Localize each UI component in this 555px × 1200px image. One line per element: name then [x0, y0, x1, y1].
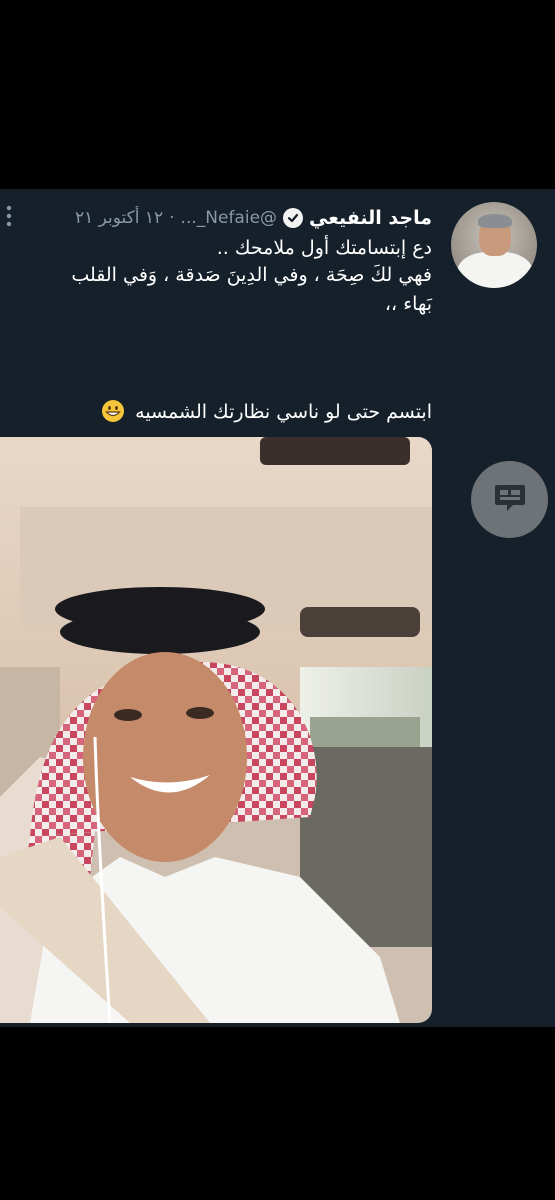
grinning-face-emoji-icon	[101, 399, 125, 423]
display-name[interactable]: ماجد النفيعي	[309, 207, 432, 229]
tweet-text: دع إبتسامتك أول ملامحك .. فهي لكَ صِحَة …	[12, 235, 432, 318]
user-handle[interactable]: @Nefaie_...	[181, 208, 277, 228]
tweet-date[interactable]: ١٢ أكتوبر ٢١	[75, 208, 163, 228]
separator-dot: ·	[169, 208, 175, 228]
avatar-body	[457, 252, 533, 288]
verified-badge-icon	[283, 208, 304, 228]
tweet-text-line: فهي لكَ صِحَة ، وفي الدِينَ صَدقة ، وَفي…	[71, 264, 432, 286]
tweet-caption: ابتسم حتى لو ناسي نظارتك الشمسيه	[12, 399, 432, 426]
tweet-photo[interactable]	[0, 437, 432, 1023]
tweet-card[interactable]: ماجد النفيعي @Nefaie_... · ١٢ أكتوبر ٢١ …	[0, 189, 555, 1027]
tweet-text-line: دع إبتسامتك أول ملامحك ..	[216, 237, 432, 259]
screen: ماجد النفيعي @Nefaie_... · ١٢ أكتوبر ٢١ …	[0, 0, 555, 1200]
more-vertical-icon[interactable]	[4, 204, 14, 228]
comment-bubble-icon	[493, 482, 527, 518]
caption-text: ابتسم حتى لو ناسي نظارتك الشمسيه	[135, 401, 432, 423]
avatar[interactable]	[451, 202, 537, 288]
avatar-hair	[478, 214, 512, 228]
tweet-header: ماجد النفيعي @Nefaie_... · ١٢ أكتوبر ٢١	[7, 203, 432, 233]
tweet-text-line: بَهاء ،،	[384, 293, 432, 315]
reply-button[interactable]	[471, 461, 548, 538]
